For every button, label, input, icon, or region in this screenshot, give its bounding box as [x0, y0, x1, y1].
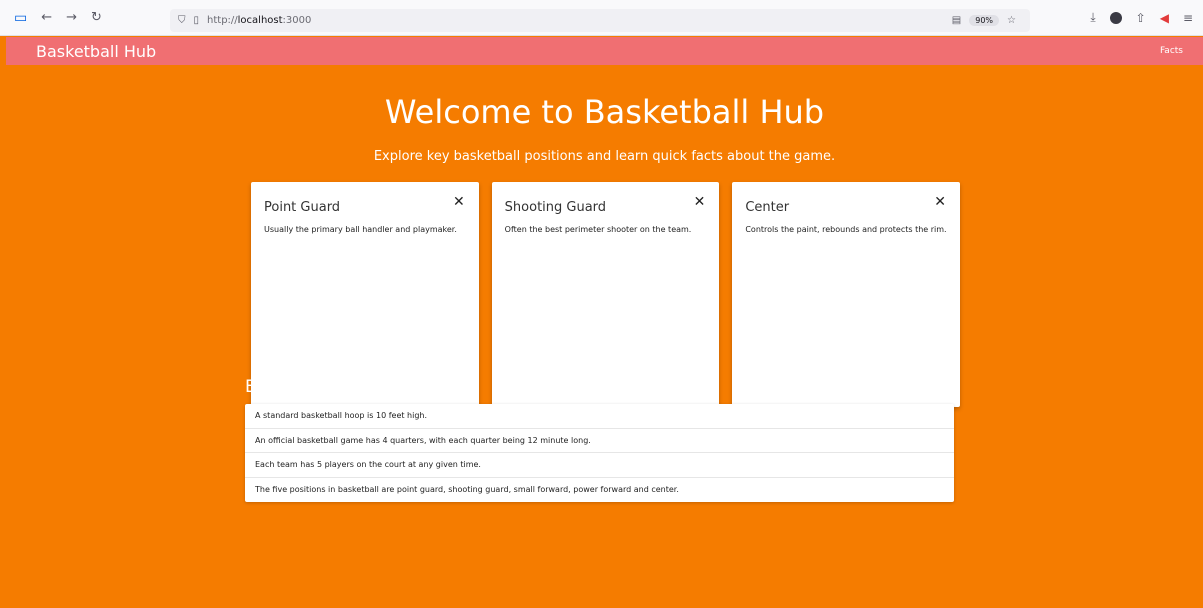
card-description: Often the best perimeter shooter on the … — [504, 225, 692, 234]
list-item: Each team has 5 players on the court at … — [245, 453, 954, 478]
card-title: Point Guard — [264, 200, 341, 215]
extension-icon[interactable] — [1109, 11, 1122, 24]
page-subtitle: Explore key basketball positions and lea… — [373, 149, 836, 164]
nav-controls: ▭ ← → ↻ — [0, 10, 170, 26]
menu-icon[interactable]: ≡ — [1183, 11, 1193, 25]
position-card-shooting-guard: Shooting Guard Often the best perimeter … — [491, 182, 720, 407]
list-item: The five positions in basketball are poi… — [255, 484, 679, 494]
list-item: An official basketball game has 4 quarte… — [245, 429, 954, 453]
position-card-center: Center Controls the paint, rebounds and … — [732, 182, 961, 407]
nav-link-facts[interactable]: Facts — [1160, 46, 1183, 56]
url-host: localhost — [237, 15, 283, 26]
reader-view-icon[interactable]: ▤ — [952, 15, 961, 26]
facts-list: A standard basketball hoop is 10 feet hi… — [245, 404, 954, 502]
star-icon[interactable]: ☆ — [1007, 15, 1016, 26]
position-cards: Point Guard Usually the primary ball han… — [251, 182, 961, 407]
page-title: Welcome to Basketball Hub — [384, 93, 825, 131]
close-icon[interactable]: ✕ — [694, 194, 706, 210]
tabs-icon[interactable]: ▭ — [14, 10, 27, 26]
position-card-point-guard: Point Guard Usually the primary ball han… — [251, 182, 479, 407]
browser-toolbar: ▭ ← → ↻ ⛉ ▯ http://localhost:3000 ▤ 90% … — [0, 0, 1203, 36]
toolbar-actions: ⤓ ⇧ ◀ ≡ — [1090, 10, 1193, 25]
url-protocol: http:// — [207, 15, 238, 26]
url-text[interactable]: http://localhost:3000 — [207, 15, 311, 26]
back-arrow-icon[interactable]: ← — [41, 10, 52, 25]
app-navbar: Basketball Hub Facts — [6, 37, 1203, 65]
address-bar-actions: ▤ 90% ☆ — [952, 15, 1016, 26]
card-title: Shooting Guard — [504, 200, 607, 215]
megaphone-icon[interactable]: ◀ — [1160, 11, 1169, 25]
reload-icon[interactable]: ↻ — [91, 10, 102, 25]
card-description: Controls the paint, rebounds and protect… — [745, 225, 947, 234]
facts-heading: Basketball Facts — [245, 377, 382, 397]
download-icon[interactable]: ⤓ — [1090, 10, 1095, 25]
share-icon[interactable]: ⇧ — [1136, 11, 1146, 25]
close-icon[interactable]: ✕ — [453, 194, 465, 210]
shield-icon[interactable]: ⛉ — [178, 15, 186, 26]
card-title: Center — [745, 200, 790, 215]
zoom-level[interactable]: 90% — [969, 15, 1000, 26]
main-content: Welcome to Basketball Hub Explore key ba… — [6, 65, 1203, 608]
close-icon[interactable]: ✕ — [934, 194, 946, 210]
brand-title[interactable]: Basketball Hub — [36, 42, 156, 61]
card-description: Usually the primary ball handler and pla… — [264, 225, 457, 234]
list-item: A standard basketball hoop is 10 feet hi… — [245, 404, 954, 429]
address-bar[interactable]: ⛉ ▯ http://localhost:3000 ▤ 90% ☆ — [170, 9, 1030, 32]
forward-arrow-icon[interactable]: → — [66, 10, 77, 25]
url-port: :3000 — [282, 15, 312, 26]
page-icon: ▯ — [193, 15, 200, 26]
